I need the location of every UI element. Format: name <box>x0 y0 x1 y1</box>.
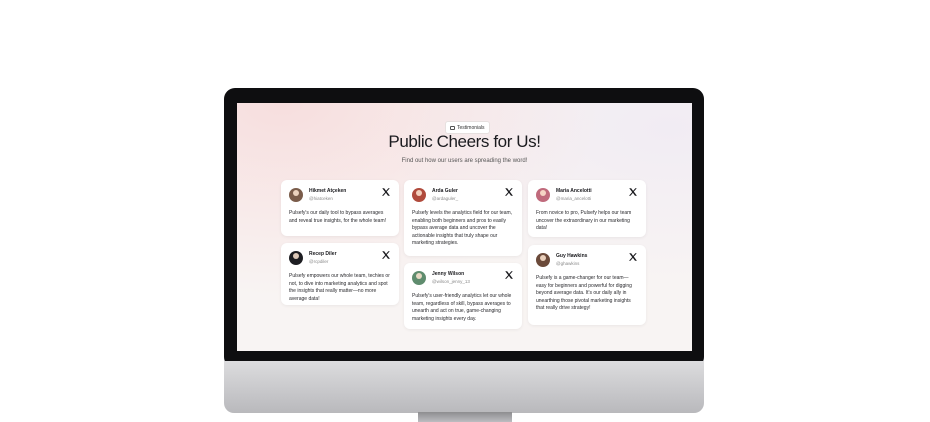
testimonial-text: Pulsefy levels the analytics field for o… <box>412 210 513 246</box>
monitor-screen: Testimonials Public Cheers for Us! Find … <box>237 103 692 351</box>
testimonial-card[interactable]: Maria Ancelotti @maria_ancelotti From no… <box>528 180 646 237</box>
x-logo-icon[interactable] <box>504 270 514 280</box>
author-handle[interactable]: @ardaguler_ <box>432 196 458 202</box>
author-name: Maria Ancelotti <box>556 187 592 194</box>
testimonial-text: Pulsefy is a game-changer for our team—e… <box>536 275 632 311</box>
author-handle[interactable]: @wilson_jenny_13 <box>432 279 470 285</box>
x-logo-icon[interactable] <box>628 187 638 197</box>
monitor-stand <box>418 412 512 422</box>
x-logo-icon[interactable] <box>381 187 391 197</box>
author-handle[interactable]: @rcpdiler <box>309 259 337 265</box>
avatar <box>536 253 550 267</box>
author-name: Recep Diler <box>309 250 337 257</box>
testimonial-card[interactable]: Guy Hawkins @ghawkins Pulsefy is a game-… <box>528 245 646 325</box>
author-handle[interactable]: @maria_ancelotti <box>556 196 592 202</box>
testimonial-card[interactable]: Hikmet Atçeken @hiatceken Pulsefy's our … <box>281 180 399 236</box>
badge-label: Testimonials <box>457 124 485 131</box>
x-logo-icon[interactable] <box>504 187 514 197</box>
testimonial-card[interactable]: Jenny Wilson @wilson_jenny_13 Pulsefy's … <box>404 263 522 329</box>
author-name: Guy Hawkins <box>556 252 588 259</box>
author-handle[interactable]: @ghawkins <box>556 261 587 267</box>
x-logo-icon[interactable] <box>381 250 391 260</box>
avatar <box>289 251 303 265</box>
author-name: Arda Guler <box>432 187 458 194</box>
testimonial-text: Pulsefy's user-friendly analytics let ou… <box>412 293 512 322</box>
x-logo-icon[interactable] <box>628 252 638 262</box>
testimonial-text: From novice to pro, Pulsefy helps our te… <box>536 210 632 231</box>
author-handle[interactable]: @hiatceken <box>309 196 346 202</box>
testimonial-card[interactable]: Recep Diler @rcpdiler Pulsefy empowers o… <box>281 243 399 305</box>
author-name: Hikmet Atçeken <box>309 187 347 194</box>
avatar <box>289 188 303 202</box>
author-name: Jenny Wilson <box>432 270 465 277</box>
testimonial-card[interactable]: Arda Guler @ardaguler_ Pulsefy levels th… <box>404 180 522 256</box>
monitor-chin <box>224 361 704 413</box>
testimonial-text: Pulsefy empowers our whole team, techies… <box>289 273 390 302</box>
testimonial-text: Pulsefy's our daily tool to bypass avera… <box>289 210 386 224</box>
section-title: Public Cheers for Us! <box>388 132 541 151</box>
avatar <box>536 188 550 202</box>
avatar <box>412 271 426 285</box>
section-subtitle: Find out how our users are spreading the… <box>401 158 528 164</box>
avatar <box>412 188 426 202</box>
chat-icon <box>450 125 455 130</box>
